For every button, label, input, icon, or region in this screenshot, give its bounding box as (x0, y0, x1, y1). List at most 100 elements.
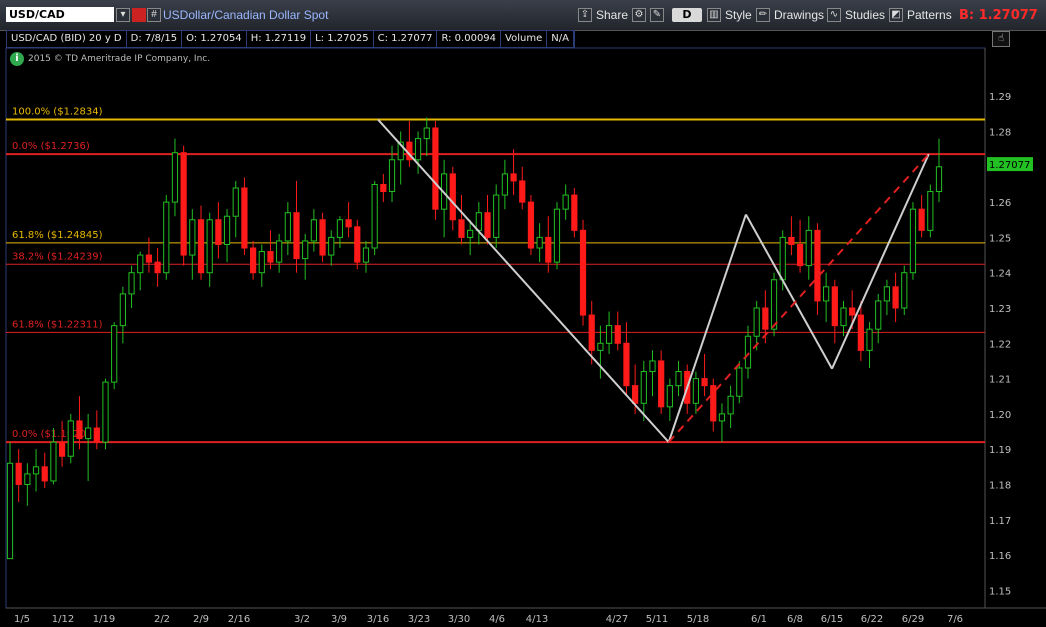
candle-body (197, 219, 205, 274)
candle-body (545, 236, 552, 263)
candle-body (414, 138, 422, 161)
candle-body (102, 381, 109, 443)
candle-body (805, 229, 812, 267)
candle-body (336, 219, 344, 238)
y-tick-label: 1.24 (989, 269, 1011, 280)
y-tick-label: 1.23 (989, 304, 1011, 315)
x-tick-label: 5/11 (646, 614, 668, 625)
candle-body (666, 385, 673, 408)
candle-body (501, 173, 508, 196)
candle-body (223, 215, 231, 245)
candle-body (449, 173, 456, 221)
x-tick-label: 3/30 (448, 614, 470, 625)
y-tick-label: 1.29 (989, 92, 1011, 103)
y-tick-label: 1.20 (989, 410, 1011, 421)
candle-body (380, 183, 387, 193)
x-tick-label: 4/6 (489, 614, 505, 625)
candle-body (736, 367, 743, 397)
candle-body (640, 371, 647, 404)
x-tick-label: 5/18 (687, 614, 709, 625)
candle-body (866, 328, 873, 351)
candle-body (467, 229, 474, 238)
y-tick-label: 1.18 (989, 480, 1011, 491)
candle-body (354, 226, 361, 263)
candle-body (658, 360, 665, 408)
candle-body (762, 307, 769, 330)
candle-body (171, 152, 179, 203)
x-tick-label: 3/2 (294, 614, 310, 625)
x-tick-label: 4/27 (606, 614, 628, 625)
candle-body (562, 194, 569, 210)
candle-body (215, 219, 222, 245)
candle-body (632, 385, 639, 404)
candle-body (510, 173, 517, 182)
x-tick-label: 2/16 (228, 614, 250, 625)
candle-body (536, 236, 543, 249)
candle-body (85, 427, 92, 440)
y-tick-label: 1.28 (989, 128, 1011, 139)
candle-body (814, 229, 821, 302)
y-tick-label: 1.26 (989, 198, 1011, 209)
candle-body (744, 335, 752, 369)
candle-body (597, 342, 604, 351)
candle-body (710, 385, 717, 422)
candle-body (249, 247, 257, 274)
candle-body (328, 236, 335, 256)
candle-body (475, 212, 482, 231)
candle-body (892, 286, 899, 309)
fib-level-label: 61.8% ($1.22311) (12, 319, 103, 330)
candle-body (823, 286, 830, 302)
x-tick-label: 2/2 (154, 614, 170, 625)
candle-body (718, 413, 726, 422)
candle-body (319, 219, 326, 256)
candle-body (883, 286, 891, 302)
candle-body (180, 152, 187, 256)
fib-level-label: 61.8% ($1.24845) (12, 230, 103, 241)
candle-body (154, 261, 161, 274)
candle-body (553, 208, 561, 263)
candle-body (50, 441, 57, 482)
candle-body (267, 251, 274, 263)
x-tick-label: 1/5 (14, 614, 30, 625)
candle-body (232, 187, 239, 217)
y-tick-label: 1.15 (989, 586, 1011, 597)
candle-body (831, 286, 838, 327)
candle-body (918, 208, 925, 231)
candle-body (519, 180, 526, 203)
candle-body (137, 254, 144, 274)
candle-body (310, 219, 317, 242)
candle-body (276, 240, 283, 263)
y-tick-label: 1.22 (989, 339, 1011, 350)
x-tick-label: 6/22 (861, 614, 883, 625)
candle-body (788, 236, 795, 245)
candle-body (163, 201, 170, 274)
candle-body (345, 219, 352, 228)
candle-body (6, 462, 14, 560)
price-chart[interactable]: 1.291.281.271.261.251.241.231.221.211.20… (0, 0, 1046, 627)
candle-body (189, 219, 196, 256)
candle-body (423, 127, 430, 140)
candle-body (753, 307, 760, 337)
candle-body (284, 212, 291, 242)
candle-body (779, 236, 786, 281)
x-tick-label: 6/1 (751, 614, 767, 625)
candle-body (588, 314, 595, 351)
x-tick-label: 6/29 (902, 614, 924, 625)
candle-body (935, 166, 943, 193)
x-tick-label: 4/13 (526, 614, 548, 625)
candle-body (909, 208, 917, 274)
candle-body (605, 325, 613, 344)
candle-body (241, 187, 248, 249)
candle-body (692, 378, 700, 404)
candle-body (32, 466, 40, 475)
plot-frame (5, 47, 986, 609)
y-tick-label: 1.17 (989, 516, 1011, 527)
pattern-line (667, 214, 747, 443)
x-tick-label: 3/23 (408, 614, 430, 625)
last-price-label: 1.27077 (989, 160, 1030, 171)
x-tick-label: 1/12 (52, 614, 74, 625)
candle-body (41, 466, 48, 482)
candle-body (128, 272, 135, 295)
candle-body (58, 441, 66, 457)
candle-body (770, 279, 778, 330)
